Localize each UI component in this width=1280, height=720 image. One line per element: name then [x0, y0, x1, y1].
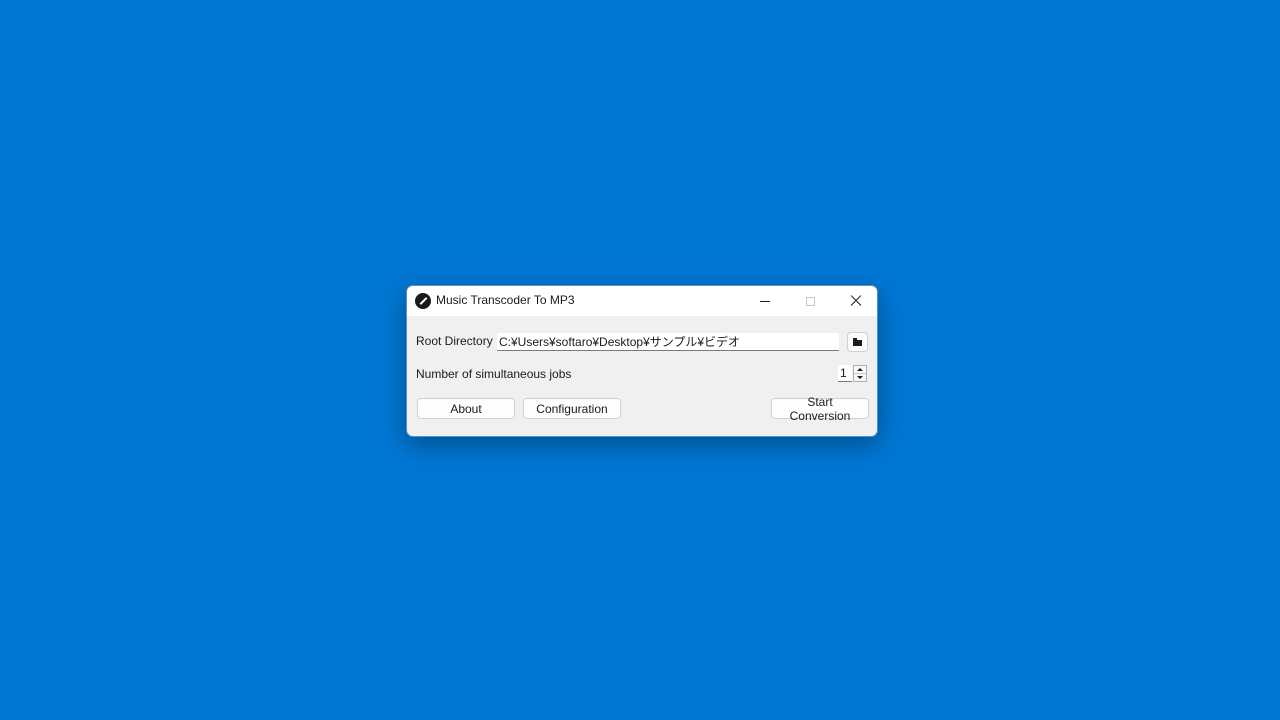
spinner-buttons	[853, 365, 867, 382]
configuration-button[interactable]: Configuration	[523, 398, 621, 419]
root-directory-label: Root Directory	[416, 334, 493, 348]
start-conversion-button[interactable]: Start Conversion	[771, 395, 869, 423]
simultaneous-jobs-label: Number of simultaneous jobs	[416, 367, 572, 381]
arrow-up-icon	[857, 368, 863, 371]
browse-folder-button[interactable]	[847, 332, 868, 352]
simultaneous-jobs-spinner[interactable]: 1	[838, 365, 868, 383]
about-button[interactable]: About	[417, 398, 515, 419]
minimize-button[interactable]	[742, 286, 788, 316]
root-directory-input[interactable]	[497, 333, 839, 351]
arrow-down-icon	[857, 376, 863, 379]
maximize-button[interactable]	[787, 286, 833, 316]
window-title: Music Transcoder To MP3	[436, 293, 575, 307]
spinner-up-button[interactable]	[854, 366, 866, 374]
app-window: Music Transcoder To MP3 Root Directory N…	[406, 285, 878, 437]
jobs-value-field[interactable]: 1	[838, 365, 852, 382]
spinner-down-button[interactable]	[854, 374, 866, 381]
app-disc-icon	[415, 293, 431, 309]
close-icon	[850, 295, 862, 307]
close-button[interactable]	[833, 286, 877, 316]
maximize-icon	[805, 296, 815, 306]
folder-icon	[853, 337, 862, 346]
minimize-icon	[760, 300, 770, 302]
title-bar[interactable]: Music Transcoder To MP3	[407, 286, 877, 316]
